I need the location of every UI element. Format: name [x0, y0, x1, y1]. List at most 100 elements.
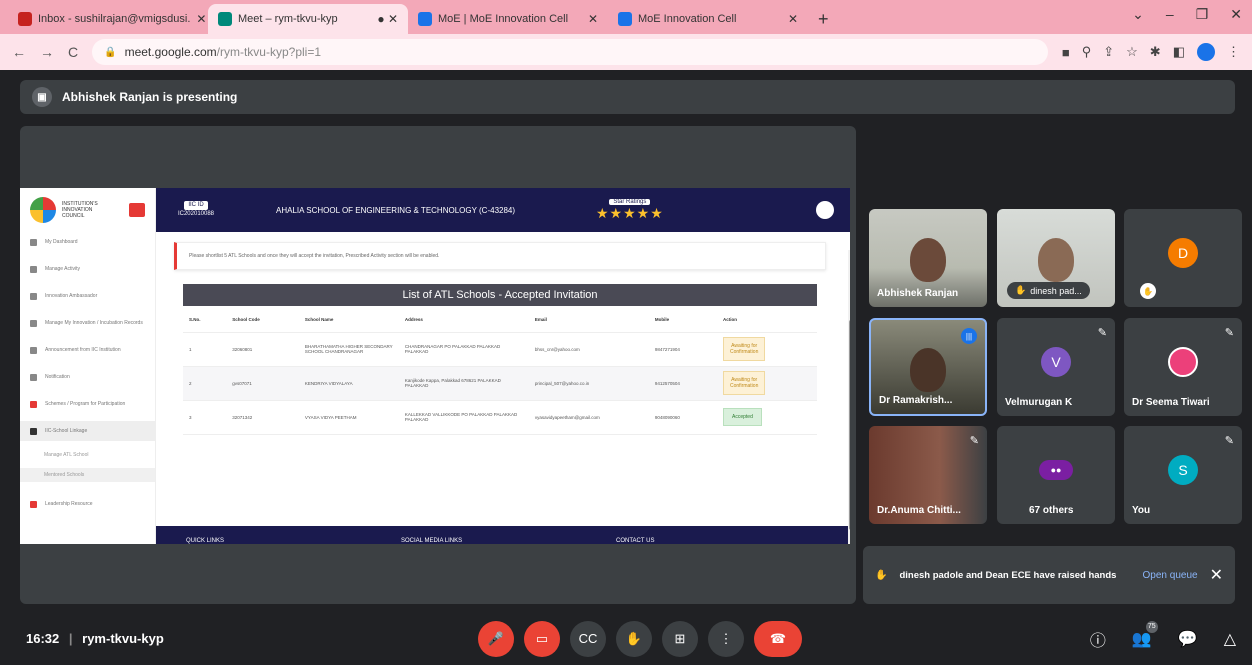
- participant-tile[interactable]: ✋ dinesh pad...: [997, 209, 1115, 307]
- present-icon[interactable]: ⊞: [662, 620, 698, 657]
- sidebar-item[interactable]: Manage Activity: [20, 259, 155, 279]
- column-header: Address: [398, 308, 529, 333]
- sidebar-icon[interactable]: ◧: [1173, 44, 1185, 60]
- sidebar-subitem[interactable]: Mentored Schools: [20, 468, 155, 482]
- close-icon[interactable]: ✕: [788, 12, 798, 26]
- participant-tile[interactable]: D ✋: [1124, 209, 1242, 307]
- menu-icon[interactable]: [129, 203, 145, 217]
- minimize-icon[interactable]: –: [1166, 6, 1174, 23]
- activity-icon: [30, 265, 37, 273]
- people-icon[interactable]: 👥 75: [1132, 620, 1158, 649]
- avatar: V: [1041, 347, 1071, 378]
- scrollbar-thumb[interactable]: [849, 320, 850, 530]
- forward-icon[interactable]: →: [40, 44, 54, 60]
- lock-icon: 🔒: [104, 46, 117, 58]
- participant-tile[interactable]: ✎ V Velmurugan K: [997, 318, 1115, 416]
- sidebar-item[interactable]: My Dashboard: [20, 232, 155, 252]
- sidebar-item[interactable]: Notification: [20, 367, 155, 387]
- status-badge[interactable]: Accepted: [723, 408, 762, 426]
- url-field[interactable]: 🔒 meet.google.com/rym-tkvu-kyp?pli=1: [92, 39, 1048, 65]
- tab-moe-1[interactable]: MoE | MoE Innovation Cell ✕: [408, 4, 608, 34]
- menu-icon[interactable]: ⋮: [1227, 44, 1240, 60]
- end-call-button[interactable]: ☎: [754, 620, 802, 657]
- table-title: List of ATL Schools - Accepted Invitatio…: [183, 284, 817, 306]
- status-badge[interactable]: Awaiting for Confirmation: [723, 337, 766, 361]
- tab-label: MoE | MoE Innovation Cell: [438, 13, 569, 25]
- school-icon: [30, 427, 37, 435]
- sidebar-subitem[interactable]: Manage ATL School: [20, 448, 155, 462]
- meeting-code: rym-tkvu-kyp: [82, 631, 164, 646]
- shared-screen: INSTITUTION'S INNOVATION COUNCIL My Dash…: [20, 188, 850, 544]
- close-icon[interactable]: ● ✕: [377, 12, 398, 26]
- zoom-icon[interactable]: ⚲: [1082, 44, 1092, 60]
- participant-video: [910, 238, 946, 283]
- info-icon[interactable]: ⓘ: [1090, 627, 1106, 651]
- url-host: meet.google.com: [124, 45, 217, 59]
- star-icon: ★★★★★: [596, 204, 664, 221]
- present-icon: ▣: [32, 87, 52, 107]
- open-queue-button[interactable]: Open queue: [1143, 570, 1198, 581]
- column-header: School Code: [226, 308, 299, 333]
- extensions-icon[interactable]: ✱: [1150, 44, 1161, 60]
- participant-tile[interactable]: ●● 67 others: [997, 426, 1115, 524]
- back-icon[interactable]: ←: [12, 44, 26, 60]
- profile-avatar[interactable]: [1197, 43, 1215, 61]
- close-icon[interactable]: ✕: [1230, 6, 1242, 23]
- chevron-down-icon[interactable]: ⌄: [1132, 6, 1144, 23]
- avatar: D: [1168, 238, 1198, 269]
- institute-name: AHALIA SCHOOL OF ENGINEERING & TECHNOLOG…: [276, 205, 516, 215]
- presenting-banner: ▣ Abhishek Ranjan is presenting: [20, 80, 1235, 114]
- participant-name: Velmurugan K: [1005, 397, 1073, 408]
- chat-icon[interactable]: 💬: [1178, 629, 1198, 649]
- avatar: S: [1168, 455, 1198, 486]
- iic-logo: INSTITUTION'S INNOVATION COUNCIL: [20, 188, 155, 232]
- hand-icon: ✋: [875, 569, 888, 581]
- status-badge[interactable]: Awaiting for Confirmation: [723, 371, 766, 395]
- sidebar-item[interactable]: Innovation Ambassador: [20, 286, 155, 306]
- close-icon[interactable]: ✕: [196, 12, 206, 26]
- sidebar-item[interactable]: Schemes / Program for Participation: [20, 394, 155, 414]
- sidebar-item[interactable]: Manage My Innovation / Incubation Record…: [20, 313, 155, 333]
- raise-hand-icon[interactable]: ✋: [616, 620, 652, 657]
- url-path: /rym-tkvu-kyp?pli=1: [216, 45, 322, 59]
- sidebar-item[interactable]: Announcement from IIC Institution: [20, 340, 155, 360]
- side-controls: ⓘ 👥 75 💬 △: [1090, 620, 1236, 651]
- new-tab-button[interactable]: +: [808, 4, 839, 34]
- participant-tile[interactable]: Abhishek Ranjan: [869, 209, 987, 307]
- others-count: 67 others: [1029, 505, 1074, 516]
- share-icon[interactable]: ⇪: [1103, 44, 1114, 60]
- column-header: Mobile: [648, 308, 717, 333]
- raised-hand-pill: ✋ dinesh pad...: [1007, 282, 1090, 299]
- sidebar-item[interactable]: IIC-School Linkage: [20, 421, 155, 441]
- participant-tile[interactable]: ✎ Dr Seema Tiwari: [1124, 318, 1242, 416]
- user-icon[interactable]: [816, 201, 834, 219]
- sidebar-item[interactable]: Leadership Resource: [20, 494, 155, 514]
- maximize-icon[interactable]: ❐: [1196, 6, 1209, 23]
- close-icon[interactable]: ✕: [588, 12, 598, 26]
- mic-off-icon: ✎: [1224, 435, 1234, 447]
- participant-tile[interactable]: ||| Dr Ramakrish...: [869, 318, 987, 416]
- hand-icon: ✋: [1140, 283, 1156, 299]
- speaking-icon: |||: [961, 328, 977, 344]
- camera-icon[interactable]: ■: [1062, 45, 1070, 60]
- star-icon[interactable]: ☆: [1126, 44, 1138, 60]
- tab-gmail[interactable]: Inbox - sushilrajan@vmigsdusi. ✕: [8, 4, 208, 34]
- ambassador-icon: [30, 292, 37, 300]
- participant-name: Abhishek Ranjan: [877, 288, 959, 299]
- tab-meet[interactable]: Meet – rym-tkvu-kyp ● ✕: [208, 4, 408, 34]
- more-options-icon[interactable]: ⋮: [708, 620, 744, 657]
- activities-icon[interactable]: △: [1224, 629, 1236, 649]
- tab-moe-2[interactable]: MoE Innovation Cell ✕: [608, 4, 808, 34]
- participant-tile[interactable]: ✎ Dr.Anuma Chitti...: [869, 426, 987, 524]
- close-icon[interactable]: ✕: [1210, 565, 1223, 585]
- camera-off-icon[interactable]: ▭: [524, 620, 560, 657]
- participant-name: Dr Ramakrish...: [879, 395, 953, 406]
- reload-icon[interactable]: C: [68, 44, 78, 60]
- captions-icon[interactable]: CC: [570, 620, 606, 657]
- participant-tile[interactable]: ✎ S You: [1124, 426, 1242, 524]
- people-count: 75: [1145, 620, 1158, 633]
- scrollbar[interactable]: [848, 250, 850, 544]
- meet-icon: [218, 12, 232, 26]
- notification-text: dinesh padole and Dean ECE have raised h…: [899, 569, 1117, 581]
- mic-off-icon[interactable]: 🎤: [478, 620, 514, 657]
